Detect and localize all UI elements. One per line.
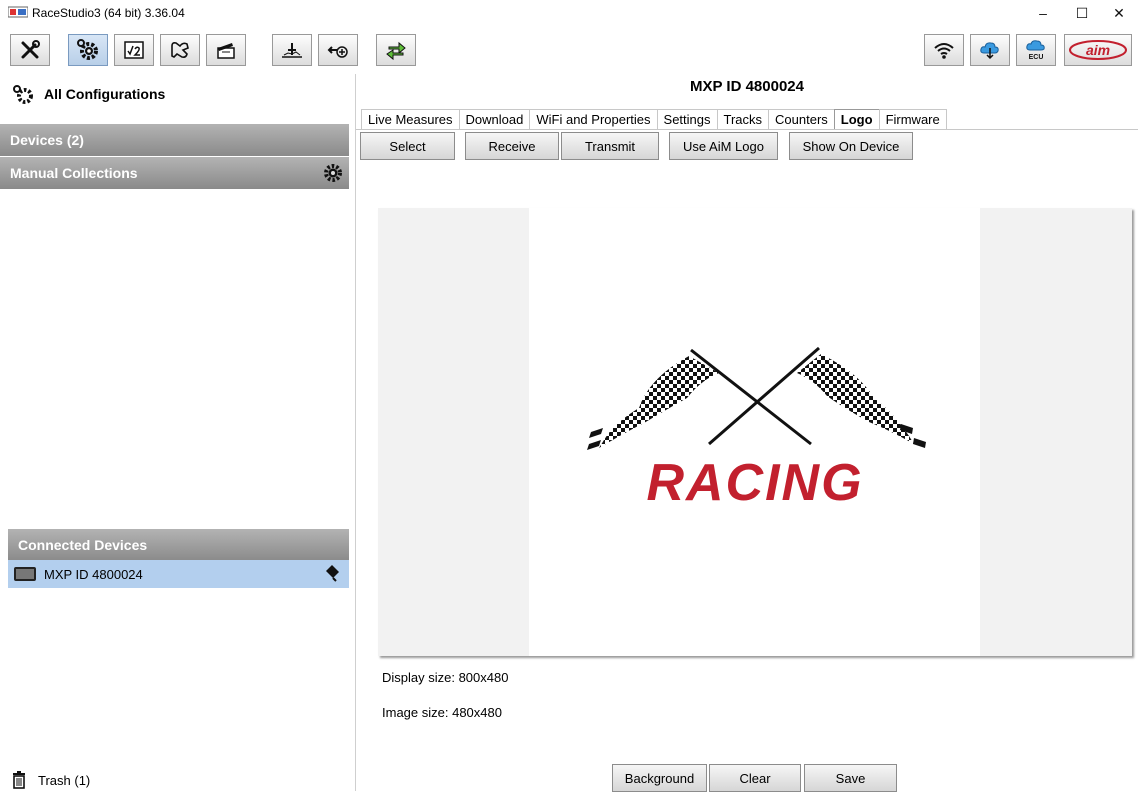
device-icon [14,567,36,581]
show-on-device-button[interactable]: Show On Device [789,132,913,160]
left-flag-pole [690,348,812,446]
math-channels-icon [124,41,144,59]
maximize-button[interactable]: ☐ [1065,2,1099,24]
cloud-ecu-icon: ECU [1026,40,1045,61]
devices-label: Devices (2) [10,132,84,148]
track-map-button[interactable] [160,34,200,66]
aim-logo-button[interactable]: aim [1064,34,1132,66]
settings-gear-icon[interactable] [323,163,343,183]
background-button[interactable]: Background [612,764,707,792]
title-bar: RaceStudio3 (64 bit) 3.36.04 – ☐ ✕ [0,0,1138,26]
connected-devices-section: Connected Devices [8,529,349,561]
data-analysis-button[interactable] [272,34,312,66]
math-channels-button[interactable] [114,34,154,66]
devices-section[interactable]: Devices (2) [0,124,349,156]
all-configurations-label: All Configurations [44,86,166,102]
device-title: MXP ID 4800024 [690,78,804,95]
transfer-button[interactable] [376,34,416,66]
app-icon [8,6,28,18]
racing-logo-text: RACING [646,454,863,512]
right-checkered-flag [797,354,914,444]
configuration-gear-icon [77,39,98,60]
tab-firmware[interactable]: Firmware [878,109,947,129]
tab-underline [356,129,1138,130]
connected-devices-label: Connected Devices [18,537,148,553]
manual-collections-section[interactable]: Manual Collections [0,157,349,189]
ecu-label: ECU [1029,54,1044,61]
track-map-icon [171,42,189,58]
right-flag-pole [708,346,820,446]
tab-logo[interactable]: Logo [833,109,880,129]
minimize-button[interactable]: – [1026,2,1060,24]
save-button[interactable]: Save [804,764,897,792]
panel-divider[interactable] [355,74,356,791]
transfer-icon [386,41,406,61]
wifi-button[interactable] [924,34,964,66]
video-clapper-icon [217,43,235,59]
transmit-button[interactable]: Transmit [561,132,659,160]
device-item-label: MXP ID 4800024 [44,566,143,582]
add-device-button[interactable] [318,34,358,66]
tab-counters[interactable]: Counters [768,109,835,129]
receive-button[interactable]: Receive [465,132,559,160]
tab-tracks[interactable]: Tracks [716,109,770,129]
use-aim-logo-button[interactable]: Use AiM Logo [669,132,778,160]
aim-logo: aim [1069,40,1127,60]
logo-preview: RACING [378,208,1132,656]
window-title: RaceStudio3 (64 bit) 3.36.04 [32,6,185,20]
video-button[interactable] [206,34,246,66]
cloud-ecu-button[interactable]: ECU [1016,34,1056,66]
toolbar: ECU aim [0,30,1138,74]
left-checkered-flag [599,356,719,448]
tools-icon [21,40,40,59]
trash-icon [13,771,25,789]
cloud-download-button[interactable] [970,34,1010,66]
wifi-icon [934,43,954,59]
aim-logo-text: aim [1086,42,1110,58]
connected-device-item[interactable]: MXP ID 4800024 [8,560,349,588]
clear-button[interactable]: Clear [709,764,801,792]
preview-padding-left [378,208,529,656]
select-button[interactable]: Select [360,132,455,160]
usb-connection-icon [326,565,339,582]
all-configurations[interactable]: All Configurations [12,84,165,104]
add-device-icon [327,46,348,58]
tab-live-measures[interactable]: Live Measures [361,109,460,129]
racing-logo-image: RACING [587,346,926,512]
tab-wifi-and-properties[interactable]: WiFi and Properties [529,109,658,129]
tab-bar: Live Measures Download WiFi and Properti… [361,109,947,129]
preview-padding-right [980,208,1132,656]
image-size: Image size: 480x480 [382,705,502,720]
tab-settings[interactable]: Settings [656,109,718,129]
cloud-download-icon [980,42,999,60]
data-analysis-icon [282,43,302,58]
configurations-gear-icon [13,85,33,104]
manual-collections-label: Manual Collections [10,165,138,181]
display-size: Display size: 800x480 [382,670,509,685]
tools-button[interactable] [10,34,50,66]
tab-download[interactable]: Download [458,109,531,129]
close-button[interactable]: ✕ [1102,2,1136,24]
configuration-button[interactable] [68,34,108,66]
sidebar: All Configurations Devices (2) Manual Co… [0,74,355,791]
trash-item[interactable]: Trash (1) [12,771,90,789]
trash-label: Trash (1) [38,772,91,788]
